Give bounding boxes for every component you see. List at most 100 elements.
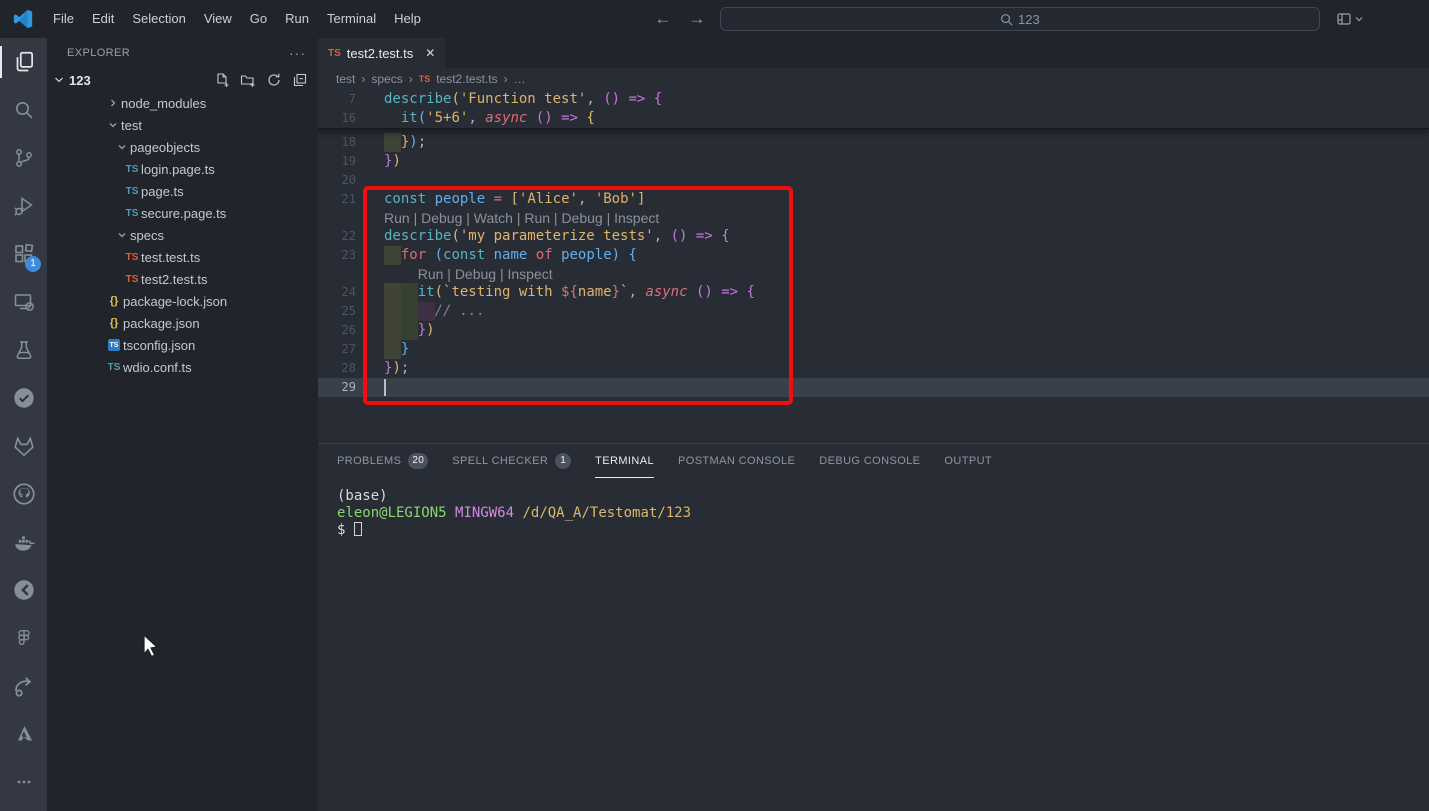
code-line-25[interactable]: 25 // ... [318, 302, 1429, 321]
panel-tab-postman-console[interactable]: POSTMAN CONSOLE [678, 444, 795, 478]
code-line-7[interactable]: 7describe('Function test', () => { [318, 90, 1429, 109]
codelens-row[interactable]: Run | Debug | Inspect [318, 265, 1429, 283]
tree-item-node-modules[interactable]: node_modules [47, 92, 318, 114]
code-line-20[interactable]: 20 [318, 171, 1429, 190]
vscode-logo-icon [12, 8, 34, 30]
tree-item-page-ts[interactable]: TSpage.ts [47, 180, 318, 202]
menu-terminal[interactable]: Terminal [318, 7, 385, 31]
tree-item-label: node_modules [121, 96, 206, 111]
activity-gitlab-icon[interactable] [0, 422, 47, 470]
code-line-19[interactable]: 19}) [318, 152, 1429, 171]
ts-file-icon: TS [123, 186, 141, 197]
panel-tab-badge: 20 [408, 453, 428, 469]
panel-tab-output[interactable]: OUTPUT [944, 444, 992, 478]
line-number: 21 [318, 190, 374, 209]
panel-tab-terminal[interactable]: TERMINAL [595, 444, 654, 478]
line-number: 20 [318, 171, 374, 190]
tree-item-test[interactable]: test [47, 114, 318, 136]
sticky-scroll: 7describe('Function test', () => {16 it(… [318, 90, 1429, 129]
forward-arrow-icon[interactable]: → [686, 9, 708, 29]
activity-docker-icon[interactable] [0, 518, 47, 566]
workspace-root-row[interactable]: 123 [47, 68, 318, 92]
code-line-29[interactable]: 29 [318, 378, 1429, 397]
code-line-22[interactable]: 22describe('my parameterize tests', () =… [318, 227, 1429, 246]
tree-item-label: test [121, 118, 142, 133]
codelens-row[interactable]: Run | Debug | Watch | Run | Debug | Insp… [318, 209, 1429, 227]
activity-remote-explorer-icon[interactable] [0, 278, 47, 326]
code-line-21[interactable]: 21const people = ['Alice', 'Bob'] [318, 190, 1429, 209]
panel-tabs: PROBLEMS 20 SPELL CHECKER1 TERMINAL POSTMAN … [318, 444, 1429, 478]
activity-github-icon[interactable] [0, 470, 47, 518]
breadcrumb-item[interactable]: test [336, 72, 355, 86]
collapse-all-button[interactable] [292, 72, 308, 88]
activity-azure-icon[interactable] [0, 710, 47, 758]
close-tab-icon[interactable]: ✕ [425, 46, 435, 60]
tree-item-login-page-ts[interactable]: TSlogin.page.ts [47, 158, 318, 180]
tree-item-package-lock-json[interactable]: {}package-lock.json [47, 290, 318, 312]
tree-item-label: package.json [123, 316, 200, 331]
breadcrumb-item[interactable]: test2.test.ts [436, 72, 497, 86]
panel-tab-spell-checker[interactable]: SPELL CHECKER1 [452, 444, 571, 478]
code-line-27[interactable]: 27 } [318, 340, 1429, 359]
breadcrumb-item[interactable]: … [514, 72, 526, 86]
activity-more-icon[interactable] [0, 758, 47, 806]
tab-bar: TS test2.test.ts ✕ [318, 38, 1429, 68]
tree-item-package-json[interactable]: {}package.json [47, 312, 318, 334]
activity-source-control-icon[interactable] [0, 134, 47, 182]
code-line-16[interactable]: 16 it('5+6', async () => { [318, 109, 1429, 128]
explorer-more-icon[interactable]: ··· [289, 45, 306, 61]
terminal-output[interactable]: (base)eleon@LEGION5 MINGW64 /d/QA_A/Test… [318, 478, 1429, 539]
chevron-down-icon [1354, 14, 1364, 24]
code-line-23[interactable]: 23 for (const name of people) { [318, 246, 1429, 265]
menu-help[interactable]: Help [385, 7, 430, 31]
menu-edit[interactable]: Edit [83, 7, 123, 31]
panel-tab-debug-console[interactable]: DEBUG CONSOLE [819, 444, 920, 478]
activity-figma-icon[interactable] [0, 614, 47, 662]
activity-circle-chevron-icon[interactable] [0, 566, 47, 614]
activity-live-share-icon[interactable] [0, 662, 47, 710]
activity-testing-flask-icon[interactable] [0, 326, 47, 374]
activity-check-circle-icon[interactable] [0, 374, 47, 422]
breadcrumb-item[interactable]: specs [371, 72, 402, 86]
activity-explorer-icon[interactable] [0, 38, 47, 86]
tree-item-test-test-ts[interactable]: TStest.test.ts [47, 246, 318, 268]
refresh-button[interactable] [266, 72, 282, 88]
panel-tab-problems[interactable]: PROBLEMS 20 [337, 444, 428, 478]
tree-item-pageobjects[interactable]: pageobjects [47, 136, 318, 158]
editor-decoration [384, 133, 401, 152]
activity-extensions-icon[interactable]: 1 [0, 230, 47, 278]
code-line-24[interactable]: 24 it(`testing with ${name}`, async () =… [318, 283, 1429, 302]
menu-go[interactable]: Go [241, 7, 276, 31]
search-icon [1000, 13, 1013, 26]
command-center-search[interactable]: 123 [720, 7, 1320, 31]
panel-tab-label: DEBUG CONSOLE [819, 455, 920, 467]
tree-item-test2-test-ts[interactable]: TStest2.test.ts [47, 268, 318, 290]
menu-view[interactable]: View [195, 7, 241, 31]
panel-tab-label: SPELL CHECKER [452, 455, 548, 467]
panel-tab-label: PROBLEMS [337, 455, 401, 467]
code-line-28[interactable]: 28}); [318, 359, 1429, 378]
layout-toggle-button[interactable] [1336, 11, 1364, 27]
tree-item-secure-page-ts[interactable]: TSsecure.page.ts [47, 202, 318, 224]
back-arrow-icon[interactable]: ← [652, 9, 674, 29]
tree-item-wdio-conf-ts[interactable]: TSwdio.conf.ts [47, 356, 318, 378]
menu-selection[interactable]: Selection [123, 7, 194, 31]
tree-item-label: secure.page.ts [141, 206, 226, 221]
extensions-badge: 1 [25, 256, 41, 272]
activity-search-icon[interactable] [0, 86, 47, 134]
new-folder-button[interactable] [240, 72, 256, 88]
activity-run-debug-icon[interactable] [0, 182, 47, 230]
tree-item-specs[interactable]: specs [47, 224, 318, 246]
code-editor[interactable]: 7describe('Function test', () => {16 it(… [318, 90, 1429, 443]
line-number: 29 [318, 378, 374, 397]
new-file-button[interactable] [214, 72, 230, 88]
explorer-sidebar: EXPLORER ··· 123 node_modulestestpageobj… [47, 38, 318, 811]
editor-decoration [384, 302, 401, 321]
tab-test2-test-ts[interactable]: TS test2.test.ts ✕ [318, 38, 445, 68]
code-line-18[interactable]: 18 }); [318, 133, 1429, 152]
tree-item-tsconfig-json[interactable]: TStsconfig.json [47, 334, 318, 356]
menu-run[interactable]: Run [276, 7, 318, 31]
editor-decoration [384, 340, 401, 359]
code-line-26[interactable]: 26 }) [318, 321, 1429, 340]
menu-file[interactable]: File [44, 7, 83, 31]
